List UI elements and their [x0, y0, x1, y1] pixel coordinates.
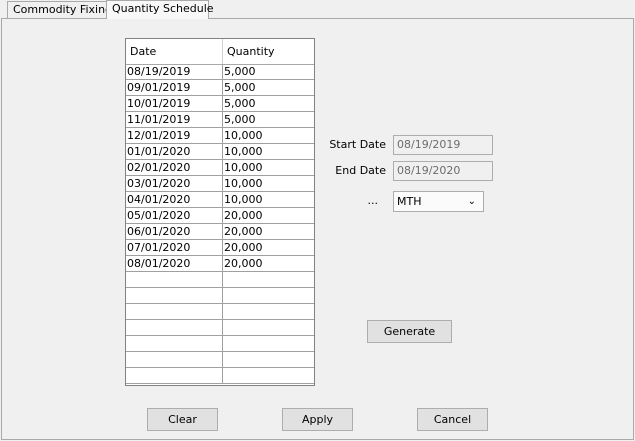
- table-row[interactable]: 02/01/2020 10,000: [126, 160, 314, 176]
- quantity-cell[interactable]: 20,000: [223, 224, 314, 240]
- table-row[interactable]: 01/01/2020 10,000: [126, 144, 314, 160]
- table-row[interactable]: 11/01/2019 5,000: [126, 112, 314, 128]
- date-cell[interactable]: 07/01/2020: [126, 240, 223, 256]
- quantity-cell[interactable]: 10,000: [223, 128, 314, 144]
- table-row[interactable]: [126, 288, 314, 304]
- apply-button[interactable]: Apply: [282, 408, 353, 431]
- date-cell[interactable]: [126, 288, 223, 304]
- quantity-cell[interactable]: 20,000: [223, 208, 314, 224]
- column-header-date[interactable]: Date: [126, 39, 223, 64]
- date-cell[interactable]: 03/01/2020: [126, 176, 223, 192]
- table-row[interactable]: 08/01/2020 20,000: [126, 256, 314, 272]
- cancel-button[interactable]: Cancel: [417, 408, 488, 431]
- quantity-cell[interactable]: [223, 352, 314, 368]
- table-row[interactable]: 04/01/2020 10,000: [126, 192, 314, 208]
- table-row[interactable]: 06/01/2020 20,000: [126, 224, 314, 240]
- date-cell[interactable]: [126, 304, 223, 320]
- clear-button[interactable]: Clear: [147, 408, 218, 431]
- date-cell[interactable]: 09/01/2019: [126, 80, 223, 96]
- generate-button[interactable]: Generate: [367, 320, 452, 343]
- table-row[interactable]: 10/01/2019 5,000: [126, 96, 314, 112]
- end-date-label: End Date: [335, 164, 386, 177]
- table-row[interactable]: [126, 320, 314, 336]
- quantity-cell[interactable]: 10,000: [223, 192, 314, 208]
- table-row[interactable]: 09/01/2019 5,000: [126, 80, 314, 96]
- tab-commodity-fixings[interactable]: Commodity Fixings: [7, 1, 118, 18]
- tab-quantity-schedule[interactable]: Quantity Schedule: [106, 0, 214, 19]
- quantity-cell[interactable]: [223, 336, 314, 352]
- table-header: Date Quantity: [126, 39, 314, 65]
- schedule-table[interactable]: Date Quantity 08/19/2019 5,000 09/01/2019 5…: [125, 38, 315, 386]
- start-date-field[interactable]: 08/19/2019: [393, 135, 493, 155]
- quantity-cell[interactable]: 10,000: [223, 176, 314, 192]
- table-row[interactable]: 03/01/2020 10,000: [126, 176, 314, 192]
- table-row[interactable]: 05/01/2020 20,000: [126, 208, 314, 224]
- date-cell[interactable]: 12/01/2019: [126, 128, 223, 144]
- quantity-cell[interactable]: 10,000: [223, 160, 314, 176]
- frequency-label: ...: [367, 194, 379, 207]
- tab-bar: Commodity Fixings Quantity Schedule: [0, 0, 635, 19]
- quantity-cell[interactable]: 10,000: [223, 144, 314, 160]
- table-row[interactable]: [126, 336, 314, 352]
- date-cell[interactable]: 04/01/2020: [126, 192, 223, 208]
- date-cell[interactable]: [126, 352, 223, 368]
- quantity-cell[interactable]: 5,000: [223, 80, 314, 96]
- date-cell[interactable]: 08/19/2019: [126, 64, 223, 80]
- date-cell[interactable]: 05/01/2020: [126, 208, 223, 224]
- date-cell[interactable]: 10/01/2019: [126, 96, 223, 112]
- start-date-label: Start Date: [329, 138, 386, 151]
- quantity-cell[interactable]: [223, 320, 314, 336]
- date-cell[interactable]: 02/01/2020: [126, 160, 223, 176]
- table-row[interactable]: 08/19/2019 5,000: [126, 64, 314, 80]
- frequency-value: MTH: [397, 195, 422, 208]
- quantity-cell[interactable]: [223, 368, 314, 384]
- table-row[interactable]: 12/01/2019 10,000: [126, 128, 314, 144]
- quantity-cell[interactable]: [223, 304, 314, 320]
- date-cell[interactable]: [126, 368, 223, 384]
- frequency-dropdown[interactable]: MTH ⌄: [393, 191, 484, 212]
- table-row[interactable]: [126, 304, 314, 320]
- chevron-down-icon: ⌄: [467, 196, 476, 207]
- quantity-schedule-panel: [1, 18, 634, 440]
- date-cell[interactable]: 11/01/2019: [126, 112, 223, 128]
- quantity-cell[interactable]: 5,000: [223, 64, 314, 80]
- table-row[interactable]: [126, 368, 314, 384]
- date-cell[interactable]: [126, 272, 223, 288]
- end-date-field[interactable]: 08/19/2020: [393, 161, 493, 181]
- date-cell[interactable]: 06/01/2020: [126, 224, 223, 240]
- date-cell[interactable]: [126, 336, 223, 352]
- quantity-cell[interactable]: 20,000: [223, 240, 314, 256]
- table-row[interactable]: [126, 272, 314, 288]
- quantity-cell[interactable]: [223, 288, 314, 304]
- date-cell[interactable]: [126, 320, 223, 336]
- date-cell[interactable]: 08/01/2020: [126, 256, 223, 272]
- quantity-cell[interactable]: 5,000: [223, 96, 314, 112]
- table-row[interactable]: [126, 352, 314, 368]
- column-header-quantity[interactable]: Quantity: [223, 39, 314, 64]
- quantity-cell[interactable]: 5,000: [223, 112, 314, 128]
- table-row[interactable]: 07/01/2020 20,000: [126, 240, 314, 256]
- quantity-cell[interactable]: [223, 272, 314, 288]
- quantity-cell[interactable]: 20,000: [223, 256, 314, 272]
- date-cell[interactable]: 01/01/2020: [126, 144, 223, 160]
